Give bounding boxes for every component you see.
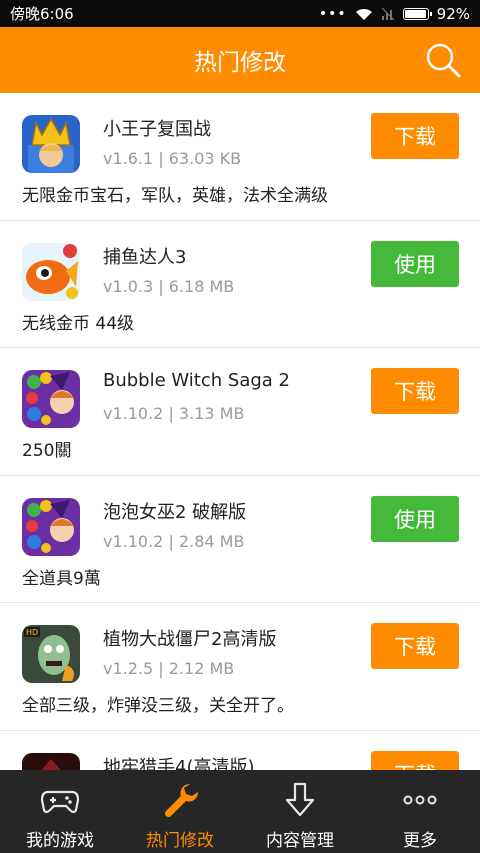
- list-item[interactable]: 泡泡女巫2 破解版 v1.10.2 | 2.84 MB 全道具9萬 使用: [0, 476, 480, 603]
- app-name: 地牢猎手4(高清版): [103, 756, 255, 771]
- app-meta: v1.10.2 | 2.84 MB: [103, 531, 245, 551]
- list-item[interactable]: 小王子复国战 v1.6.1 | 63.03 KB 无限金币宝石，军队，英雄，法术…: [0, 93, 480, 221]
- bottom-tab-bar: 我的游戏 热门修改 内容管理 更多: [0, 770, 480, 853]
- bubble-witch-app-icon: [22, 497, 80, 556]
- app-name: 捕鱼达人3: [103, 246, 187, 268]
- app-desc: 无限金币宝石，军队，英雄，法术全满级: [22, 186, 328, 206]
- tab-content-management[interactable]: 内容管理: [240, 770, 360, 853]
- gamepad-icon: [40, 790, 80, 814]
- app-meta: v1.10.2 | 3.13 MB: [103, 404, 245, 423]
- download-button[interactable]: 下载: [371, 623, 459, 669]
- tab-label: 更多: [403, 831, 437, 851]
- tab-label: 我的游戏: [26, 831, 94, 851]
- app-meta: v1.6.1 | 63.03 KB: [103, 149, 242, 168]
- download-button[interactable]: 下载: [371, 368, 459, 414]
- app-meta: v1.0.3 | 6.18 MB: [103, 276, 235, 296]
- app-list[interactable]: 小王子复国战 v1.6.1 | 63.03 KB 无限金币宝石，军队，英雄，法术…: [0, 93, 480, 770]
- svg-text:HD: HD: [26, 628, 38, 637]
- list-item[interactable]: 地牢猎手4(高清版) 下载: [0, 731, 480, 771]
- wifi-icon: [355, 8, 372, 20]
- bubble-witch-app-icon: [22, 370, 80, 428]
- wrench-icon: [164, 783, 199, 818]
- page-title: 热门修改: [194, 50, 286, 76]
- list-item[interactable]: 捕鱼达人3 v1.0.3 | 6.18 MB 无线金币 44级 使用: [0, 221, 480, 348]
- use-button[interactable]: 使用: [371, 240, 459, 287]
- more-dots-icon: [403, 795, 437, 805]
- status-right: ••• 92%: [319, 5, 470, 23]
- battery-percent: 92%: [436, 4, 470, 23]
- app-meta: v1.2.5 | 2.12 MB: [103, 659, 235, 678]
- dungeon-hunter-app-icon: [22, 752, 80, 770]
- battery-icon: [402, 7, 432, 20]
- app-name: 小王子复国战: [103, 119, 211, 140]
- app-desc: 全部三级，炸弹没三级，关全开了。: [22, 696, 294, 716]
- status-bar: 傍晚6:06 ••• 92%: [0, 0, 480, 27]
- download-arrow-icon: [285, 782, 315, 817]
- tab-more[interactable]: 更多: [360, 770, 480, 853]
- app-desc: 无线金币 44级: [22, 313, 135, 334]
- list-item[interactable]: HD 植物大战僵尸2高清版 v1.2.5 | 2.12 MB 全部三级，炸弹没三…: [0, 603, 480, 731]
- fishing-joy-app-icon: [22, 242, 80, 301]
- status-time: 傍晚6:06: [10, 5, 74, 23]
- download-button[interactable]: 下载: [371, 750, 459, 770]
- download-button[interactable]: 下载: [371, 113, 459, 159]
- notification-dots-icon: •••: [318, 5, 347, 22]
- tab-my-games[interactable]: 我的游戏: [0, 770, 120, 853]
- signal-icon: [381, 7, 395, 20]
- tab-hot-mods[interactable]: 热门修改: [120, 770, 240, 853]
- plants-vs-zombies-app-icon: HD: [22, 625, 80, 683]
- app-name: 植物大战僵尸2高清版: [103, 629, 277, 650]
- tab-label: 内容管理: [266, 831, 334, 851]
- search-icon[interactable]: [424, 41, 462, 79]
- app-desc: 250關: [22, 441, 72, 461]
- tab-label: 热门修改: [146, 831, 214, 851]
- list-item[interactable]: Bubble Witch Saga 2 v1.10.2 | 3.13 MB 25…: [0, 348, 480, 476]
- app-header: 热门修改: [0, 27, 480, 93]
- app-name: Bubble Witch Saga 2: [103, 370, 290, 391]
- app-name: 泡泡女巫2 破解版: [103, 501, 247, 523]
- little-prince-app-icon: [22, 115, 80, 173]
- app-desc: 全道具9萬: [22, 568, 101, 589]
- use-button[interactable]: 使用: [371, 495, 459, 542]
